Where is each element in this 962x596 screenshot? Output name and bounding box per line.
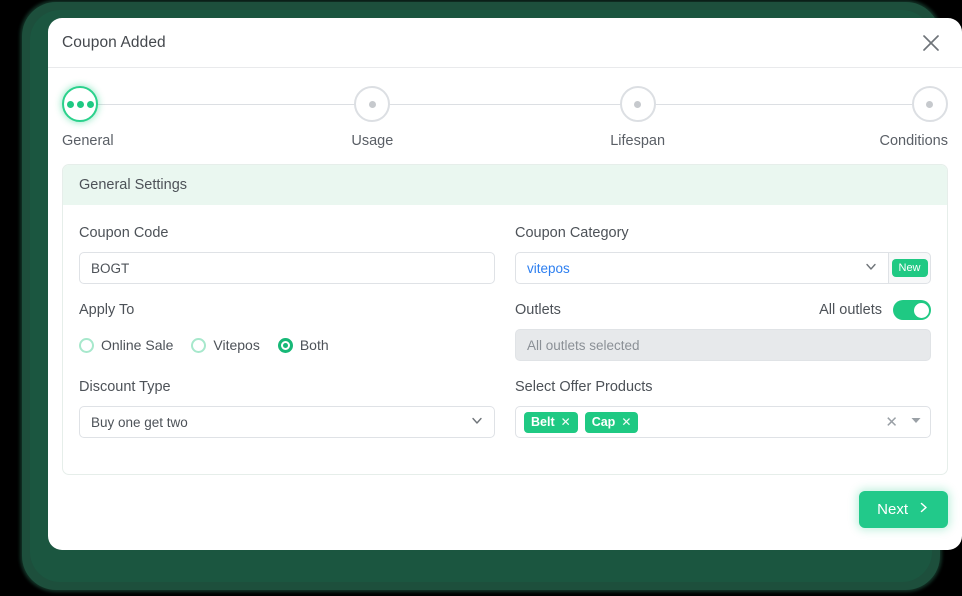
offer-products-tags: Belt ✕ Cap ✕ [524,411,877,433]
chevron-down-icon [470,414,484,431]
caret-down-icon[interactable] [910,413,922,431]
step-lifespan[interactable]: Lifespan [593,86,683,149]
new-category-button[interactable]: New [891,259,928,277]
all-outlets-toggle[interactable] [893,300,931,320]
outlets-input [515,329,931,361]
chevron-right-icon [917,501,930,518]
modal-header: Coupon Added [48,18,962,68]
step-label-lifespan: Lifespan [610,133,666,149]
radio-icon-selected [277,337,293,353]
modal-footer: Next [48,475,962,528]
label-row-discount-type: Discount Type [79,375,495,399]
coupon-category-value: vitepos [527,260,570,276]
close-small-icon[interactable]: ✕ [561,416,571,428]
field-discount-type: Discount Type Buy one get two [79,375,495,438]
label-row-offer-products: Select Offer Products [515,375,931,399]
stepper-steps: General Usage Lifespan Conditions [62,68,948,149]
label-row-apply-to: Apply To [79,298,495,322]
step-conditions[interactable]: Conditions [858,86,948,149]
all-outlets-toggle-cluster: All outlets [819,300,931,320]
product-tag-label: Cap [591,414,616,429]
step-label-usage: Usage [351,133,394,149]
field-coupon-code: Coupon Code [79,221,495,284]
label-offer-products: Select Offer Products [515,379,653,395]
field-apply-to: Apply To Online Sale Vitepos Both [79,298,495,361]
label-row-outlets: Outlets All outlets [515,298,931,322]
next-button[interactable]: Next [859,491,948,528]
field-offer-products: Select Offer Products Belt ✕ Cap ✕ ✕ [515,375,931,438]
step-label-conditions: Conditions [879,133,948,149]
dot-icon [926,100,934,108]
product-tag[interactable]: Belt ✕ [524,411,578,433]
label-coupon-category: Coupon Category [515,225,629,241]
product-tag-label: Belt [531,414,555,429]
dot-icon [86,100,94,108]
panel-header: General Settings [63,165,947,205]
coupon-category-select[interactable]: vitepos [515,252,888,284]
coupon-modal: Coupon Added General Usage Lifespan Cond… [48,18,962,550]
form-grid: Coupon Code Coupon Category vitepos [79,221,931,452]
radio-label-online-sale: Online Sale [101,337,174,353]
close-button[interactable] [918,30,944,56]
radio-online-sale[interactable]: Online Sale [79,337,173,353]
clear-icon[interactable]: ✕ [885,415,898,430]
panel-body: Coupon Code Coupon Category vitepos [63,205,947,474]
radio-vitepos[interactable]: Vitepos [191,337,260,353]
screenshot-stage: Coupon Added General Usage Lifespan Cond… [0,0,962,596]
radio-label-vitepos: Vitepos [213,337,260,353]
radio-icon [191,337,207,353]
dot-icon [76,100,84,108]
label-discount-type: Discount Type [79,379,171,395]
wizard-stepper: General Usage Lifespan Conditions [62,68,948,160]
step-label-general: General [62,133,114,149]
apply-to-radio-group: Online Sale Vitepos Both [79,329,495,361]
step-usage[interactable]: Usage [327,86,417,149]
label-coupon-code: Coupon Code [79,225,169,241]
all-outlets-label: All outlets [819,302,882,318]
coupon-category-control: vitepos New [515,252,931,284]
field-coupon-category: Coupon Category vitepos New [515,221,931,284]
next-button-label: Next [877,501,908,518]
label-row-coupon-category: Coupon Category [515,221,931,245]
radio-icon [79,337,94,353]
radio-both[interactable]: Both [277,337,329,353]
close-icon [921,33,941,53]
general-settings-panel: General Settings Coupon Code Coupon Cate… [62,164,948,475]
coupon-code-input[interactable] [79,252,495,284]
step-bullet-conditions [911,86,948,122]
product-tag[interactable]: Cap ✕ [584,411,639,433]
dot-icon [368,100,376,108]
step-general[interactable]: General [62,86,152,149]
dot-icon [66,100,74,108]
label-row-coupon-code: Coupon Code [79,221,495,245]
step-bullet-usage [354,86,391,122]
coupon-category-addon: New [888,252,931,284]
discount-type-value: Buy one get two [91,414,188,430]
label-outlets: Outlets [515,302,561,318]
page-title: Coupon Added [62,33,166,51]
offer-products-actions: ✕ [877,413,922,431]
chevron-down-icon [864,260,878,277]
field-outlets: Outlets All outlets [515,298,931,361]
close-small-icon[interactable]: ✕ [621,416,631,428]
discount-type-control: Buy one get two [79,406,495,438]
radio-label-both: Both [299,337,329,353]
label-apply-to: Apply To [79,302,135,318]
offer-products-multiselect[interactable]: Belt ✕ Cap ✕ ✕ [515,406,931,438]
discount-type-select[interactable]: Buy one get two [79,406,495,438]
step-bullet-general [62,86,98,122]
step-bullet-lifespan [619,86,656,122]
dot-icon [634,100,642,108]
